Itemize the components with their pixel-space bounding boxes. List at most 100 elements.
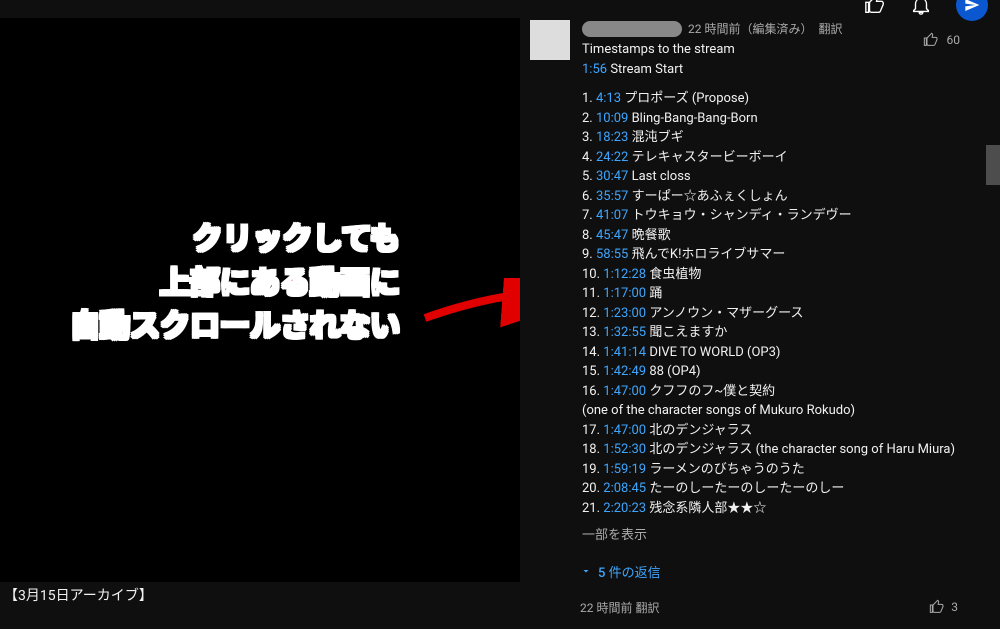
- ts-link[interactable]: 35:57: [596, 189, 628, 204]
- notif-icon[interactable]: [910, 0, 932, 16]
- song-line: 10. 1:12:28 食虫植物: [582, 265, 988, 285]
- song-line: 11. 1:17:00 踊: [582, 284, 988, 304]
- song-number: 10.: [582, 267, 603, 282]
- ts-link[interactable]: 4:13: [596, 91, 621, 106]
- song-number: 15.: [582, 364, 603, 379]
- user-avatar[interactable]: [956, 0, 988, 21]
- song-line: 9. 58:55 飛んでK!ホロライブサマー: [582, 245, 988, 265]
- song-line: 7. 41:07 トウキョウ・シャンディ・ランデヴー: [582, 206, 988, 226]
- replies-label: 5 件の返信: [598, 562, 661, 581]
- song-number: 3.: [582, 130, 596, 145]
- video-title-below: 【3月15日アーカイブ】: [0, 585, 153, 605]
- song-number: 19.: [582, 462, 603, 477]
- ts-link[interactable]: 1:52:30: [603, 442, 646, 457]
- annotation-line-2: 上部にある動画に: [70, 262, 400, 306]
- ts-link[interactable]: 30:47: [596, 169, 628, 184]
- song-line: 1. 4:13 プロポーズ (Propose): [582, 89, 988, 109]
- song-line: 20. 2:08:45 たーのしーたーのしーたーのしー: [582, 479, 988, 499]
- ts-link[interactable]: 41:07: [596, 208, 628, 223]
- song-line: 18. 1:52:30 北のデンジャラス (the character song…: [582, 440, 988, 460]
- song-line: 17. 1:47:00 北のデンジャラス: [582, 421, 988, 441]
- song-title: プロポーズ (Propose): [621, 91, 749, 106]
- song-title: 残念系隣人部★★☆: [646, 501, 766, 516]
- ts-link[interactable]: 24:22: [596, 150, 628, 165]
- song-title: 北のデンジャラス (the character song of Haru Miu…: [646, 442, 955, 457]
- translate-link[interactable]: 翻訳: [818, 20, 842, 38]
- song-number: 17.: [582, 423, 603, 438]
- first-ts-title: Stream Start: [610, 62, 683, 77]
- video-area: クリックしても 上部にある動画に 自動スクロールされない: [0, 18, 520, 582]
- song-number: 12.: [582, 306, 603, 321]
- song-number: 1.: [582, 91, 596, 106]
- ts-link[interactable]: 1:59:19: [603, 462, 646, 477]
- song-number: 14.: [582, 345, 603, 360]
- song-number: 4.: [582, 150, 596, 165]
- like-icon[interactable]: [864, 0, 886, 16]
- song-line: 6. 35:57 すーぱー☆あふぇくしょん: [582, 187, 988, 207]
- song-number: 18.: [582, 442, 603, 457]
- song-title: 聞こえますか: [646, 325, 727, 340]
- song-title: たーのしーたーのしーたーのしー: [646, 481, 844, 496]
- song-list: 1. 4:13 プロポーズ (Propose)2. 10:09 Bling-Ba…: [582, 89, 988, 401]
- song-number: 5.: [582, 169, 596, 184]
- note-line: (one of the character songs of Mukuro Ro…: [582, 401, 988, 421]
- ts-link[interactable]: 10:09: [596, 111, 628, 126]
- song-title: トウキョウ・シャンディ・ランデヴー: [628, 208, 851, 223]
- ts-link[interactable]: 1:42:49: [603, 364, 646, 379]
- first-ts-line: 1:56 Stream Start: [582, 60, 988, 80]
- ts-link[interactable]: 1:41:14: [603, 345, 646, 360]
- song-line: 5. 30:47 Last closs: [582, 167, 988, 187]
- comments-column: 60 22 時間前（編集済み） 翻訳 Timestamps to the str…: [520, 0, 1000, 629]
- song-number: 6.: [582, 189, 596, 204]
- song-line: 12. 1:23:00 アンノウン・マザーグース: [582, 304, 988, 324]
- show-part-button[interactable]: 一部を表示: [582, 526, 988, 546]
- song-line: 19. 1:59:19 ラーメンのびちゃうのうた: [582, 460, 988, 480]
- ts-link[interactable]: 1:56: [582, 62, 607, 77]
- song-title: ラーメンのびちゃうのうた: [646, 462, 805, 477]
- annotation-line-3: 自動スクロールされない: [70, 305, 400, 349]
- song-title: すーぱー☆あふぇくしょん: [628, 189, 787, 204]
- scrollbar-thumb[interactable]: [986, 145, 1000, 185]
- comment: 22 時間前（編集済み） 翻訳 Timestamps to the stream…: [530, 20, 988, 546]
- thumbs-up-icon[interactable]: [929, 599, 945, 615]
- next-like-count: 3: [951, 600, 958, 614]
- ts-link[interactable]: 1:12:28: [603, 267, 646, 282]
- author-chip[interactable]: [582, 21, 682, 37]
- commenter-avatar[interactable]: [530, 20, 570, 60]
- song-number: 16.: [582, 384, 603, 399]
- song-number: 20.: [582, 481, 603, 496]
- next-comment-time: 22 時間前 翻訳: [580, 599, 659, 616]
- song-title: テレキャスタービーボーイ: [628, 150, 787, 165]
- song-line: 21. 2:20:23 残念系隣人部★★☆: [582, 499, 988, 519]
- song-number: 11.: [582, 286, 603, 301]
- song-title: クフフのフ~僕と契約: [646, 384, 775, 399]
- annotation-text: クリックしても 上部にある動画に 自動スクロールされない: [70, 218, 400, 349]
- ts-link[interactable]: 58:55: [596, 247, 628, 262]
- ts-link[interactable]: 18:23: [596, 130, 628, 145]
- song-list-b: 17. 1:47:00 北のデンジャラス18. 1:52:30 北のデンジャラス…: [582, 421, 988, 519]
- song-title: 混沌ブギ: [628, 130, 683, 145]
- ts-link[interactable]: 1:17:00: [603, 286, 646, 301]
- song-title: 晩餐歌: [628, 228, 670, 243]
- song-title: 踊: [646, 286, 662, 301]
- song-line: 15. 1:42:49 88 (OP4): [582, 362, 988, 382]
- ts-link[interactable]: 45:47: [596, 228, 628, 243]
- ts-link[interactable]: 1:23:00: [603, 306, 646, 321]
- ts-link[interactable]: 1:32:55: [603, 325, 646, 340]
- song-title: 飛んでK!ホロライブサマー: [628, 247, 785, 262]
- chevron-down-icon: [580, 565, 592, 577]
- thumbs-up-icon[interactable]: [923, 32, 939, 48]
- ts-link[interactable]: 2:08:45: [603, 481, 646, 496]
- song-number: 2.: [582, 111, 596, 126]
- ts-link[interactable]: 1:47:00: [603, 423, 646, 438]
- song-title: 食虫植物: [646, 267, 701, 282]
- song-number: 8.: [582, 228, 596, 243]
- ts-link[interactable]: 1:47:00: [603, 384, 646, 399]
- song-number: 9.: [582, 247, 596, 262]
- replies-toggle[interactable]: 5 件の返信: [580, 562, 988, 581]
- ts-link[interactable]: 2:20:23: [603, 501, 646, 516]
- song-title: DIVE TO WORLD (OP3): [646, 345, 780, 360]
- song-number: 21.: [582, 501, 603, 516]
- video-meta-row: [530, 0, 988, 10]
- song-line: 2. 10:09 Bling-Bang-Bang-Born: [582, 109, 988, 129]
